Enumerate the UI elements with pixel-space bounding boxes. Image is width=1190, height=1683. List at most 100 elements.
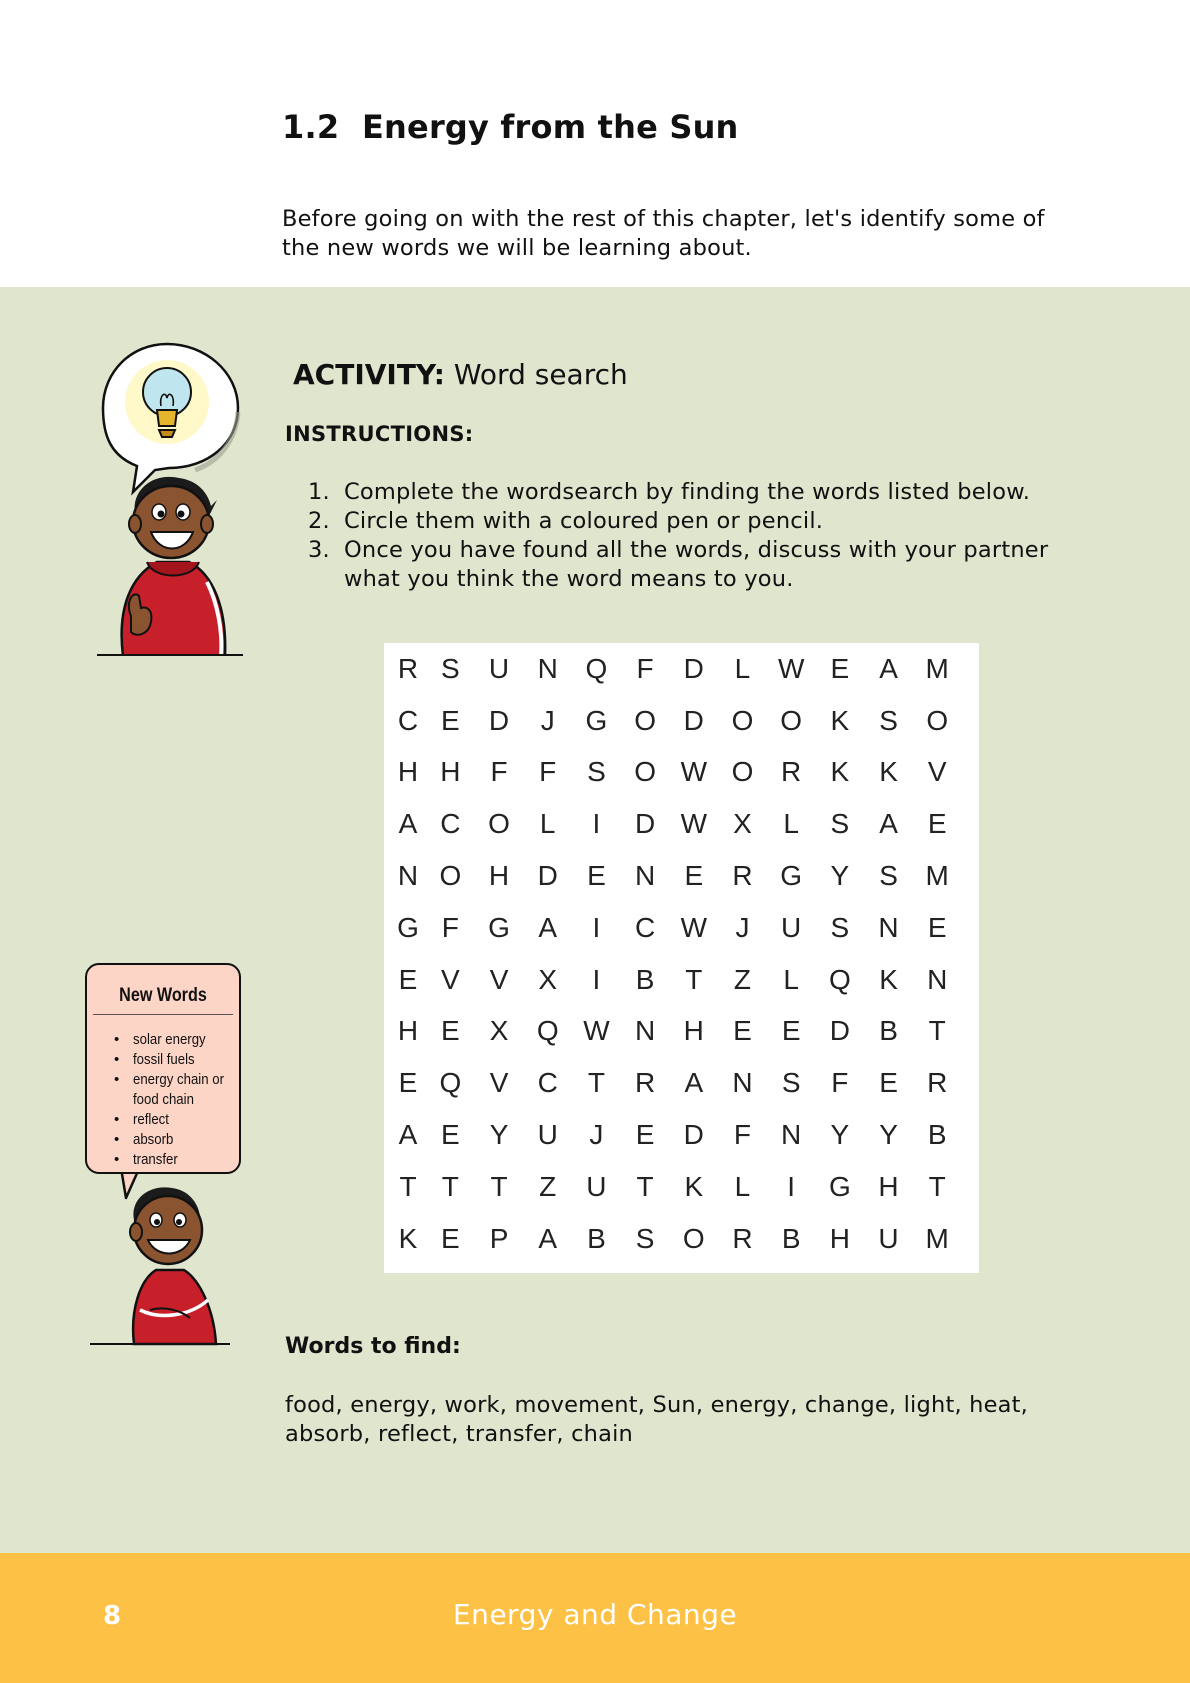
- grid-letter[interactable]: O: [669, 1213, 718, 1265]
- grid-letter[interactable]: I: [767, 1161, 816, 1213]
- grid-letter[interactable]: S: [864, 695, 913, 747]
- grid-letter[interactable]: X: [475, 1006, 524, 1058]
- grid-letter[interactable]: N: [523, 643, 572, 695]
- grid-letter[interactable]: N: [913, 954, 962, 1006]
- grid-letter[interactable]: O: [475, 798, 524, 850]
- grid-letter[interactable]: H: [864, 1161, 913, 1213]
- grid-letter[interactable]: W: [669, 902, 718, 954]
- grid-letter[interactable]: A: [864, 798, 913, 850]
- grid-letter[interactable]: D: [475, 695, 524, 747]
- grid-letter[interactable]: A: [669, 1057, 718, 1109]
- grid-letter[interactable]: E: [913, 798, 962, 850]
- grid-letter[interactable]: B: [621, 954, 670, 1006]
- grid-letter[interactable]: K: [384, 1213, 426, 1265]
- grid-letter[interactable]: O: [621, 695, 670, 747]
- grid-letter[interactable]: L: [767, 798, 816, 850]
- grid-letter[interactable]: C: [621, 902, 670, 954]
- grid-letter[interactable]: H: [816, 1213, 865, 1265]
- grid-letter[interactable]: V: [426, 954, 475, 1006]
- grid-letter[interactable]: W: [669, 747, 718, 799]
- grid-letter[interactable]: Y: [816, 1109, 865, 1161]
- grid-letter[interactable]: G: [475, 902, 524, 954]
- grid-letter[interactable]: R: [621, 1057, 670, 1109]
- grid-letter[interactable]: C: [523, 1057, 572, 1109]
- grid-letter[interactable]: O: [718, 695, 767, 747]
- grid-letter[interactable]: O: [718, 747, 767, 799]
- grid-letter[interactable]: W: [669, 798, 718, 850]
- grid-letter[interactable]: S: [426, 643, 475, 695]
- grid-letter[interactable]: Z: [718, 954, 767, 1006]
- grid-letter[interactable]: R: [718, 1213, 767, 1265]
- grid-letter[interactable]: L: [767, 954, 816, 1006]
- grid-letter[interactable]: D: [816, 1006, 865, 1058]
- grid-letter[interactable]: T: [384, 1161, 426, 1213]
- grid-letter[interactable]: G: [816, 1161, 865, 1213]
- grid-letter[interactable]: H: [384, 747, 426, 799]
- grid-letter[interactable]: G: [767, 850, 816, 902]
- grid-letter[interactable]: H: [669, 1006, 718, 1058]
- grid-letter[interactable]: A: [384, 1109, 426, 1161]
- grid-letter[interactable]: F: [523, 747, 572, 799]
- grid-letter[interactable]: B: [767, 1213, 816, 1265]
- grid-letter[interactable]: S: [816, 902, 865, 954]
- grid-letter[interactable]: V: [913, 747, 962, 799]
- grid-letter[interactable]: K: [669, 1161, 718, 1213]
- grid-letter[interactable]: H: [384, 1006, 426, 1058]
- grid-letter[interactable]: R: [718, 850, 767, 902]
- grid-letter[interactable]: Y: [816, 850, 865, 902]
- grid-letter[interactable]: U: [767, 902, 816, 954]
- grid-letter[interactable]: K: [864, 954, 913, 1006]
- grid-letter[interactable]: W: [767, 643, 816, 695]
- grid-letter[interactable]: T: [572, 1057, 621, 1109]
- grid-letter[interactable]: E: [426, 1006, 475, 1058]
- grid-letter[interactable]: T: [669, 954, 718, 1006]
- grid-letter[interactable]: P: [475, 1213, 524, 1265]
- grid-letter[interactable]: L: [523, 798, 572, 850]
- grid-letter[interactable]: F: [816, 1057, 865, 1109]
- grid-letter[interactable]: F: [621, 643, 670, 695]
- grid-letter[interactable]: S: [621, 1213, 670, 1265]
- grid-letter[interactable]: S: [572, 747, 621, 799]
- grid-letter[interactable]: R: [767, 747, 816, 799]
- grid-letter[interactable]: E: [426, 1109, 475, 1161]
- grid-letter[interactable]: E: [718, 1006, 767, 1058]
- grid-letter[interactable]: G: [384, 902, 426, 954]
- grid-letter[interactable]: Q: [523, 1006, 572, 1058]
- grid-letter[interactable]: N: [621, 1006, 670, 1058]
- grid-letter[interactable]: J: [572, 1109, 621, 1161]
- grid-letter[interactable]: O: [426, 850, 475, 902]
- grid-letter[interactable]: A: [384, 798, 426, 850]
- grid-letter[interactable]: D: [669, 1109, 718, 1161]
- grid-letter[interactable]: R: [913, 1057, 962, 1109]
- grid-letter[interactable]: B: [913, 1109, 962, 1161]
- grid-letter[interactable]: I: [572, 902, 621, 954]
- grid-letter[interactable]: N: [864, 902, 913, 954]
- grid-letter[interactable]: C: [384, 695, 426, 747]
- grid-letter[interactable]: T: [913, 1161, 962, 1213]
- grid-letter[interactable]: B: [864, 1006, 913, 1058]
- grid-letter[interactable]: H: [426, 747, 475, 799]
- grid-letter[interactable]: D: [669, 695, 718, 747]
- grid-letter[interactable]: T: [913, 1006, 962, 1058]
- grid-letter[interactable]: F: [718, 1109, 767, 1161]
- grid-letter[interactable]: L: [718, 1161, 767, 1213]
- grid-letter[interactable]: E: [384, 1057, 426, 1109]
- grid-letter[interactable]: J: [523, 695, 572, 747]
- grid-letter[interactable]: F: [426, 902, 475, 954]
- grid-letter[interactable]: D: [669, 643, 718, 695]
- grid-letter[interactable]: M: [913, 643, 962, 695]
- grid-letter[interactable]: Q: [572, 643, 621, 695]
- grid-letter[interactable]: V: [475, 954, 524, 1006]
- grid-letter[interactable]: U: [523, 1109, 572, 1161]
- grid-letter[interactable]: D: [621, 798, 670, 850]
- grid-letter[interactable]: E: [426, 1213, 475, 1265]
- grid-letter[interactable]: W: [572, 1006, 621, 1058]
- grid-letter[interactable]: O: [913, 695, 962, 747]
- grid-letter[interactable]: E: [913, 902, 962, 954]
- grid-letter[interactable]: A: [523, 1213, 572, 1265]
- grid-letter[interactable]: T: [475, 1161, 524, 1213]
- grid-letter[interactable]: E: [384, 954, 426, 1006]
- grid-letter[interactable]: N: [767, 1109, 816, 1161]
- grid-letter[interactable]: T: [426, 1161, 475, 1213]
- grid-letter[interactable]: H: [475, 850, 524, 902]
